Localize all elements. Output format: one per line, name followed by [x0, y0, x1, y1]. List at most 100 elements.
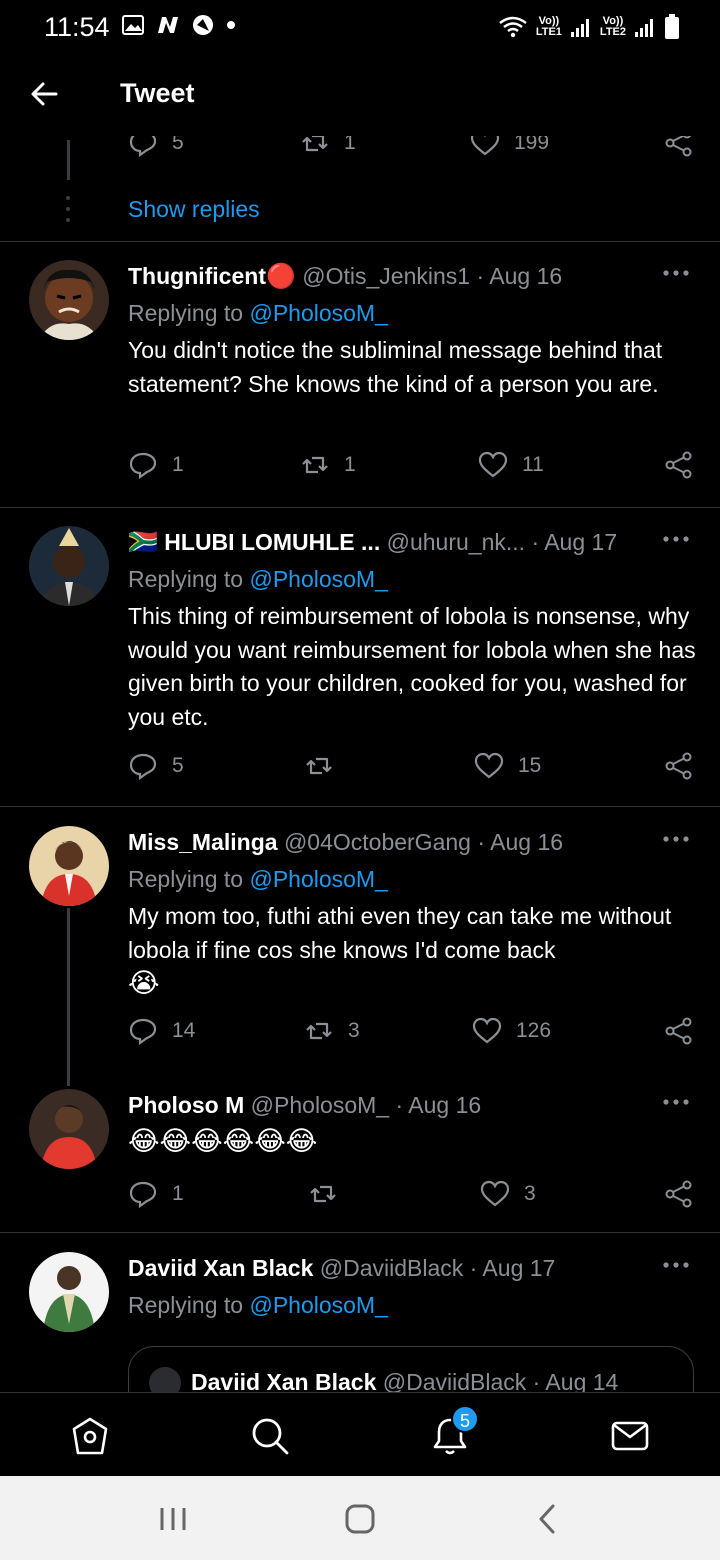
retweet-button[interactable]: 3 [304, 1016, 360, 1046]
tweet-item[interactable]: Pholoso M @PholosoM_ · Aug 16 😂😂😂😂😂😂 1 3 [0, 1089, 720, 1229]
tweet-date: · Aug 16 [476, 263, 563, 289]
tweet-item[interactable]: Thugnificent🔴 @Otis_Jenkins1 · Aug 16 Re… [0, 260, 720, 508]
divider [0, 1232, 720, 1233]
reply-button[interactable]: 14 [128, 1016, 195, 1046]
tweet-text: My mom too, futhi athi even they can tak… [128, 903, 672, 999]
thread-dots [66, 196, 70, 222]
notification-badge: 5 [451, 1405, 479, 1433]
tweet-actions: 1 1 11 [128, 450, 694, 490]
more-options-icon[interactable] [662, 534, 690, 544]
reply-icon [129, 1181, 157, 1209]
tweet-header: 🇿🇦 HLUBI LOMUHLE ... @uhuru_nk... · Aug … [128, 526, 658, 558]
show-replies-link[interactable]: Show replies [128, 196, 260, 223]
reply-button[interactable]: 5 [128, 136, 184, 158]
reply-icon [129, 1018, 157, 1046]
search-icon[interactable] [249, 1415, 291, 1457]
laughing-emojis: 😂😂😂😂😂😂 [128, 1126, 318, 1157]
divider [0, 241, 720, 242]
tweet-item[interactable]: Daviid Xan Black @DaviidBlack · Aug 17 R… [0, 1252, 720, 1392]
share-button[interactable] [664, 751, 694, 786]
signal-icon [570, 19, 589, 37]
page-title: Tweet [120, 78, 195, 108]
mention-link[interactable]: @PholosoM_ [249, 866, 387, 892]
status-notification-icons [122, 14, 236, 36]
heart-icon [474, 752, 504, 779]
lte1-label: Vo)) LTE1 [535, 15, 562, 38]
display-name[interactable]: Pholoso M [128, 1092, 244, 1118]
retweet-button[interactable]: 1 [300, 136, 356, 158]
tweet-thread[interactable]: 5 1 199 Show replies Thugnificent🔴 @Otis… [0, 136, 720, 1392]
reply-icon [129, 136, 157, 158]
share-button[interactable] [664, 136, 694, 163]
like-button[interactable]: 3 [480, 1179, 536, 1209]
mention-link[interactable]: @PholosoM_ [249, 566, 387, 592]
name-badge: 🔴 [265, 262, 296, 290]
home-button[interactable] [343, 1502, 377, 1536]
reply-button[interactable]: 1 [128, 450, 184, 480]
avatar[interactable] [29, 260, 109, 340]
like-button[interactable]: 126 [472, 1016, 551, 1046]
display-name[interactable]: Daviid Xan Black [128, 1255, 313, 1281]
tweet-date: · Aug 16 [477, 829, 564, 855]
retweet-icon [302, 136, 328, 152]
avatar[interactable] [29, 1252, 109, 1332]
n-icon [158, 17, 178, 33]
reply-button[interactable]: 5 [128, 751, 184, 781]
avatar[interactable] [29, 526, 109, 606]
quoted-tweet[interactable]: Daviid Xan Black @DaviidBlack · Aug 14 [128, 1346, 694, 1392]
retweet-button[interactable] [304, 751, 348, 781]
avatar[interactable] [29, 826, 109, 906]
share-icon [665, 451, 692, 479]
messages-icon[interactable] [609, 1415, 651, 1457]
share-button[interactable] [664, 450, 694, 485]
handle: @04OctoberGang [283, 829, 471, 855]
display-name[interactable]: HLUBI LOMUHLE ... [164, 529, 380, 555]
display-name[interactable]: Miss_Malinga [128, 829, 278, 855]
retweet-icon [306, 757, 332, 775]
flag-icon: 🇿🇦 [128, 528, 158, 556]
back-button[interactable] [531, 1502, 565, 1536]
prev-tweet-actions: 5 1 199 [128, 136, 694, 168]
home-icon[interactable] [69, 1415, 111, 1457]
battery-icon [665, 14, 679, 39]
share-icon [665, 1017, 692, 1045]
heart-icon [480, 1180, 510, 1207]
tweet-text: You didn't notice the subliminal message… [128, 337, 663, 397]
tweet-text: 😂😂😂😂😂😂 [128, 1125, 696, 1160]
tweet-text: This thing of reimbursement of lobola is… [128, 603, 696, 730]
avatar[interactable] [29, 1089, 109, 1169]
heart-icon [478, 451, 508, 478]
thread-line [67, 140, 70, 180]
display-name[interactable]: Thugnificent [128, 263, 266, 289]
more-options-icon[interactable] [662, 834, 690, 844]
like-button[interactable]: 11 [478, 450, 544, 480]
quoted-avatar [149, 1367, 181, 1392]
more-options-icon[interactable] [662, 1097, 690, 1107]
tweet-item[interactable]: Miss_Malinga @04OctoberGang · Aug 16 Rep… [0, 826, 720, 1088]
tweet-header: Miss_Malinga @04OctoberGang · Aug 16 [128, 826, 658, 858]
wifi-icon [499, 16, 527, 38]
handle: @DaviidBlack [319, 1255, 464, 1281]
retweet-button[interactable]: 1 [300, 450, 356, 480]
retweet-button[interactable] [308, 1179, 352, 1209]
handle: @PholosoM_ [250, 1092, 390, 1118]
tweet-header: Pholoso M @PholosoM_ · Aug 16 [128, 1089, 658, 1121]
tweet-header: Thugnificent🔴 @Otis_Jenkins1 · Aug 16 [128, 260, 658, 292]
replying-to: Replying to @PholosoM_ [128, 300, 388, 326]
mention-link[interactable]: @PholosoM_ [249, 300, 387, 326]
back-arrow-icon[interactable] [26, 76, 62, 112]
like-button[interactable]: 199 [470, 136, 549, 158]
share-button[interactable] [664, 1016, 694, 1051]
more-options-icon[interactable] [662, 1260, 690, 1270]
tweet-item[interactable]: 🇿🇦 HLUBI LOMUHLE ... @uhuru_nk... · Aug … [0, 526, 720, 806]
gallery-icon [122, 15, 144, 35]
handle: @Otis_Jenkins1 [302, 263, 471, 289]
more-options-icon[interactable] [662, 268, 690, 278]
recents-button[interactable] [156, 1502, 190, 1536]
reply-button[interactable]: 1 [128, 1179, 184, 1209]
like-button[interactable]: 15 [474, 751, 541, 781]
tweet-actions: 1 3 [128, 1179, 694, 1219]
share-button[interactable] [664, 1179, 694, 1214]
crying-emoji: 😭 [128, 968, 160, 999]
mention-link[interactable]: @PholosoM_ [249, 1292, 387, 1318]
